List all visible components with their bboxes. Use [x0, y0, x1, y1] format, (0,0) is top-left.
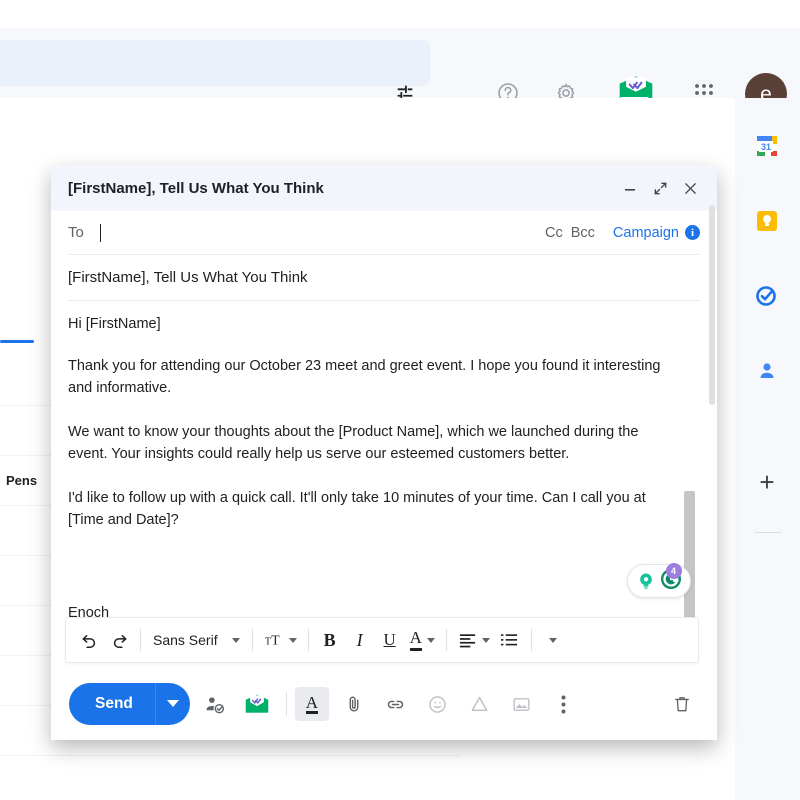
send-button[interactable]: Send: [69, 683, 190, 725]
page-scrollbar-track[interactable]: [720, 98, 735, 800]
minimize-button[interactable]: [615, 173, 645, 203]
search-input[interactable]: [0, 40, 430, 86]
list-item-text: Pens: [6, 473, 38, 488]
insert-photo-icon[interactable]: [505, 687, 539, 721]
google-calendar-icon[interactable]: 31: [749, 128, 785, 164]
text-color-letter: A: [409, 628, 422, 651]
active-tab-indicator: [0, 340, 34, 343]
to-label: To: [68, 224, 84, 241]
body-paragraph: We want to know your thoughts about the …: [68, 424, 639, 462]
font-family-value: Sans Serif: [153, 632, 218, 648]
google-keep-icon[interactable]: [749, 203, 785, 239]
insert-emoji-icon[interactable]: [421, 687, 455, 721]
send-options-button[interactable]: [156, 683, 190, 725]
insert-drive-icon[interactable]: [463, 687, 497, 721]
campaign-info-icon[interactable]: i: [685, 225, 700, 240]
gmail-screen: FREE e Pens 1: [0, 0, 800, 800]
bold-button[interactable]: B: [315, 624, 345, 656]
campaign-button[interactable]: Campaign: [613, 225, 679, 241]
discard-draft-icon[interactable]: [665, 687, 699, 721]
grammarly-badge: 4: [665, 562, 682, 579]
more-options-icon[interactable]: [547, 687, 581, 721]
body-paragraph: I'd like to follow up with a quick call.…: [68, 490, 646, 528]
compose-bottom-bar: Send A: [51, 668, 717, 740]
chevron-down-icon: [231, 637, 240, 643]
attach-file-icon[interactable]: [337, 687, 371, 721]
add-addon-button[interactable]: +: [749, 464, 785, 500]
chevron-down-icon: [426, 637, 435, 643]
message-body[interactable]: Hi [FirstName] Thank you for attending o…: [51, 301, 717, 651]
list-item[interactable]: [0, 756, 460, 800]
list-button[interactable]: [495, 624, 525, 656]
side-panel: 31 +: [735, 98, 800, 800]
subject-row[interactable]: [FirstName], Tell Us What You Think: [68, 255, 700, 301]
subject-value: [FirstName], Tell Us What You Think: [68, 269, 308, 286]
grammarly-widget[interactable]: 4: [627, 562, 691, 598]
to-input-caret[interactable]: [99, 223, 101, 242]
expand-side-panel-button[interactable]: [751, 792, 783, 800]
mailtrack-compose-icon[interactable]: [240, 687, 274, 721]
google-tasks-icon[interactable]: [749, 278, 785, 314]
close-button[interactable]: [675, 173, 705, 203]
font-family-dropdown[interactable]: Sans Serif: [147, 624, 246, 656]
underline-button[interactable]: U: [375, 624, 405, 656]
compose-header[interactable]: [FirstName], Tell Us What You Think: [51, 165, 717, 211]
top-bar: FREE e: [0, 28, 800, 115]
formatting-options-icon[interactable]: A: [294, 687, 329, 721]
align-button[interactable]: [453, 624, 495, 656]
insert-link-icon[interactable]: [379, 687, 413, 721]
svg-text:T: T: [265, 637, 271, 648]
chevron-down-icon: [481, 637, 490, 643]
redo-button[interactable]: [104, 624, 134, 656]
font-size-dropdown[interactable]: T T: [259, 624, 302, 656]
text-color-button[interactable]: A: [405, 624, 440, 656]
body-paragraph: Thank you for attending our October 23 m…: [68, 358, 661, 396]
svg-text:T: T: [271, 633, 280, 648]
chevron-down-icon: [548, 637, 557, 643]
plus-icon: +: [759, 466, 775, 497]
compose-scrollbar-thumb[interactable]: [709, 205, 715, 405]
svg-text:31: 31: [761, 142, 771, 152]
cc-button[interactable]: Cc: [545, 225, 563, 241]
italic-button[interactable]: I: [345, 624, 375, 656]
compose-window: [FirstName], Tell Us What You Think To C…: [51, 165, 717, 740]
undo-button[interactable]: [74, 624, 104, 656]
more-formatting-button[interactable]: [538, 624, 568, 656]
body-paragraph: Hi [FirstName]: [68, 316, 161, 332]
send-label: Send: [95, 695, 133, 712]
google-contacts-icon[interactable]: [749, 353, 785, 389]
compose-title: [FirstName], Tell Us What You Think: [68, 179, 324, 197]
schedule-send-icon[interactable]: [198, 687, 232, 721]
fullscreen-button[interactable]: [645, 173, 675, 203]
bcc-button[interactable]: Bcc: [571, 225, 595, 241]
formatting-toolbar: Sans Serif T T B I U A: [65, 617, 699, 663]
grammarly-bulb-icon: [639, 573, 652, 589]
recipients-row[interactable]: To Cc Bcc Campaign i: [68, 211, 700, 255]
side-panel-divider: [755, 532, 781, 533]
chevron-down-icon: [288, 637, 297, 643]
